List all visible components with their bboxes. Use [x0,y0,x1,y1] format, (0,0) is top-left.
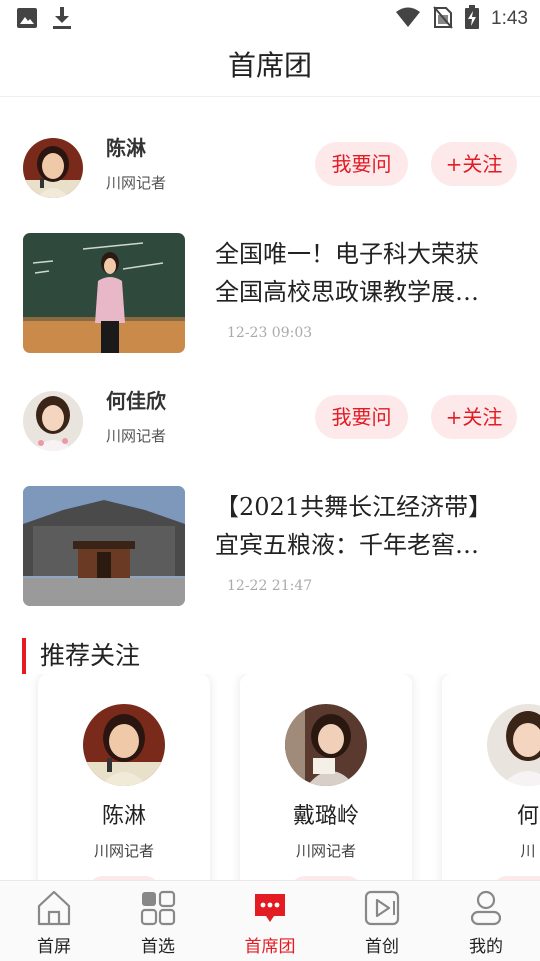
article-item[interactable]: 【2021共舞长江经济带】 宜宾五粮液：千年老窖… 12-22 21:47 [0,486,540,608]
recommend-card[interactable]: 陈淋 川网记者 [38,674,210,880]
card-role: 川网记者 [93,842,154,860]
recommend-carousel[interactable]: 陈淋 川网记者 戴璐岭 川网记者 何 川 [0,674,540,880]
avatar[interactable] [23,138,83,198]
article-title[interactable]: 全国唯一！电子科大荣获 全国高校思政课教学展… [215,235,515,311]
avatar[interactable] [83,704,165,786]
card-name[interactable]: 戴璐岭 [240,798,412,830]
card-name[interactable]: 何 [442,798,540,830]
card-role: 川网记者 [295,842,356,860]
bottom-tab-bar: 首屏 首选 首席团 首创 我的 [0,880,540,961]
tab-home[interactable]: 首屏 [0,881,108,961]
author-name[interactable]: 陈淋 [106,132,146,161]
author-role: 川网记者 [106,427,167,445]
tab-chief-team[interactable]: 首席团 [216,881,324,961]
header: 首席团 [0,38,540,97]
section-title: 推荐关注 [40,641,141,670]
tab-create[interactable]: 首创 [328,881,436,961]
card-name[interactable]: 陈淋 [38,798,210,830]
card-role: 川 [520,842,536,860]
page-title: 首席团 [227,49,312,82]
author-row[interactable]: 何佳欣 川网记者 我要问 +关注 [0,381,540,461]
article-title-line[interactable]: 全国高校思政课教学展… [215,273,515,311]
author-role: 川网记者 [106,174,167,192]
status-bar: 1:43 [0,0,540,38]
author-row[interactable]: 陈淋 川网记者 我要问 +关注 [0,128,540,208]
article-title-line[interactable]: 【2021共舞长江经济带】 [215,488,515,526]
avatar[interactable] [285,704,367,786]
article-title[interactable]: 【2021共舞长江经济带】 宜宾五粮液：千年老窖… [215,488,515,564]
recommend-card[interactable]: 何 川 [442,674,540,880]
chat-bubble-icon[interactable] [252,889,288,927]
status-time: 1:43 [491,8,528,29]
no-sim-icon [433,5,453,33]
ask-button[interactable]: 我要问 [315,142,408,186]
article-thumbnail[interactable] [23,233,185,353]
grid-icon[interactable] [140,889,176,927]
tab-label[interactable]: 首席团 [216,932,324,957]
article-thumbnail[interactable] [23,486,185,606]
article-title-line[interactable]: 宜宾五粮液：千年老窖… [215,526,515,564]
tab-label[interactable]: 首屏 [0,932,108,957]
wifi-icon [395,6,421,32]
article-time: 12-23 09:03 [227,325,313,341]
section-accent-bar [22,638,26,674]
tab-label[interactable]: 首创 [328,932,436,957]
tab-mine[interactable]: 我的 [432,881,540,961]
battery-charging-icon [465,5,480,33]
avatar[interactable] [487,704,540,786]
avatar[interactable] [23,391,83,451]
tab-select[interactable]: 首选 [104,881,212,961]
article-time: 12-22 21:47 [227,578,313,594]
image-icon [16,7,38,33]
author-name[interactable]: 何佳欣 [106,385,166,414]
user-icon[interactable] [468,889,504,927]
video-icon[interactable] [364,889,400,927]
recommend-card[interactable]: 戴璐岭 川网记者 [240,674,412,880]
article-item[interactable]: 全国唯一！电子科大荣获 全国高校思政课教学展… 12-23 09:03 [0,233,540,355]
home-icon[interactable] [36,889,72,927]
tab-label[interactable]: 首选 [104,932,212,957]
download-icon [52,6,72,34]
follow-button[interactable]: +关注 [431,142,517,186]
tab-label[interactable]: 我的 [432,932,540,957]
article-title-line[interactable]: 全国唯一！电子科大荣获 [215,235,515,273]
follow-button[interactable]: +关注 [431,395,517,439]
ask-button[interactable]: 我要问 [315,395,408,439]
